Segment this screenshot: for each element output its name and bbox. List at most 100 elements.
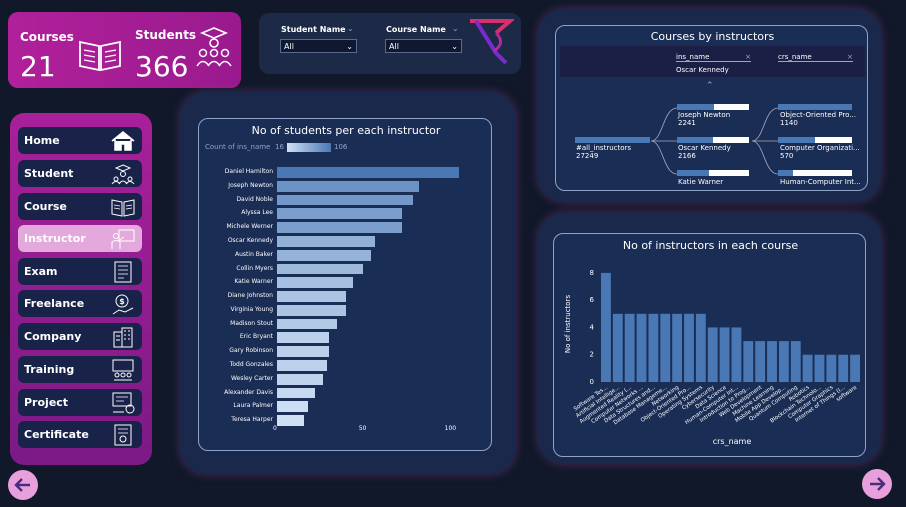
nav-item-freelance[interactable]: Freelance $ (18, 290, 142, 317)
bar[interactable] (277, 291, 346, 302)
building-icon (113, 327, 133, 347)
y-axis-label: No of instructors (564, 295, 572, 354)
bar[interactable] (814, 354, 825, 382)
bar[interactable] (719, 327, 730, 382)
x-tick-label: 0 (273, 425, 277, 432)
course-name-select[interactable]: All ⌄ (385, 39, 462, 53)
nav-item-home[interactable]: Home (18, 127, 142, 154)
tree-root-bar[interactable] (575, 137, 650, 143)
bar[interactable] (277, 304, 346, 316)
bar[interactable] (277, 373, 324, 385)
nav-item-company[interactable]: Company (18, 323, 142, 350)
y-tick-label: 0 (590, 378, 594, 386)
bar-label: Virginia Young (230, 305, 273, 313)
nav-item-label: Instructor (24, 232, 86, 245)
nav-panel: Home Student Course Instructor Exam Free… (10, 113, 152, 465)
bar[interactable] (648, 313, 659, 382)
bar[interactable] (838, 354, 849, 382)
bar[interactable] (277, 360, 327, 371)
tree-node-label: Oscar Kennedy (678, 144, 731, 152)
tree-node-label: Object-Oriented Pro... (780, 111, 856, 119)
bar[interactable] (277, 222, 403, 233)
bar[interactable] (277, 387, 315, 399)
nav-item-exam[interactable]: Exam (18, 258, 142, 285)
bar[interactable] (802, 354, 813, 382)
y-tick-label: 4 (590, 323, 595, 331)
bar[interactable] (755, 341, 766, 382)
tree-node-bar[interactable] (778, 104, 852, 110)
svg-text:$: $ (119, 297, 125, 306)
bar[interactable] (601, 272, 611, 382)
bar[interactable] (767, 341, 777, 382)
tree-node-value: 570 (780, 152, 794, 160)
nav-item-instructor[interactable]: Instructor (18, 225, 142, 252)
bar-label: Alexander Davis (224, 388, 273, 396)
bar[interactable] (624, 313, 635, 382)
bar[interactable] (277, 332, 329, 344)
forward-button[interactable] (862, 469, 892, 499)
bar[interactable] (707, 327, 718, 382)
chevron-down-icon[interactable]: ⌄ (452, 24, 459, 33)
students-icon (196, 27, 232, 67)
bar[interactable] (277, 277, 353, 289)
bar[interactable] (672, 313, 683, 382)
bar[interactable] (743, 341, 754, 382)
nav-item-certificate[interactable]: Certificate (18, 421, 142, 448)
bar[interactable] (731, 327, 742, 382)
bar[interactable] (277, 346, 329, 358)
bar[interactable] (790, 341, 801, 382)
courses-kpi-label: Courses (20, 30, 74, 44)
bar[interactable] (277, 208, 403, 220)
nav-item-label: Exam (24, 265, 58, 278)
home-icon (111, 130, 135, 151)
decomposition-tree: Courses by instructors ins_name × Oscar … (555, 25, 868, 191)
bar[interactable] (695, 313, 706, 382)
tree-node-value: 2166 (678, 152, 696, 160)
bar[interactable] (277, 401, 308, 413)
bar[interactable] (277, 235, 375, 247)
book-icon (111, 198, 135, 217)
courses-kpi-value: 21 (20, 50, 56, 83)
x-tick-label: 50 (358, 425, 367, 432)
bar[interactable] (826, 354, 837, 382)
bar-label: Todd Gonzales (229, 361, 273, 369)
bar[interactable] (277, 263, 363, 275)
nav-item-project[interactable]: Project (18, 389, 142, 416)
bar[interactable] (660, 313, 671, 382)
course-filter-label: Course Name (386, 25, 446, 34)
tree-node-bar[interactable] (778, 170, 852, 176)
chevron-down-icon[interactable]: ⌄ (347, 24, 354, 33)
certificate-icon (114, 424, 132, 445)
tree-node-bar-selected[interactable] (677, 137, 749, 143)
nav-item-course[interactable]: Course (18, 193, 142, 220)
bar-label: Madison Stout (230, 319, 273, 327)
bar[interactable] (277, 180, 420, 192)
back-button[interactable] (8, 470, 38, 500)
nav-item-label: Project (24, 396, 69, 409)
x-axis-label: crs_name (713, 437, 752, 446)
legend-max: 106 (334, 143, 348, 151)
exam-icon (114, 261, 132, 282)
nav-item-training[interactable]: Training (18, 356, 142, 383)
bar[interactable] (612, 313, 623, 382)
student-name-select[interactable]: All ⌄ (280, 39, 357, 53)
tree-node-bar[interactable] (778, 137, 852, 143)
bar[interactable] (277, 194, 413, 206)
bar[interactable] (684, 313, 694, 382)
bar[interactable] (277, 318, 338, 330)
y-tick-label: 6 (590, 296, 595, 304)
bar[interactable] (636, 313, 647, 382)
bar[interactable] (850, 354, 860, 382)
color-legend-gradient (287, 143, 331, 152)
bar[interactable] (277, 167, 459, 178)
nav-item-label: Student (24, 167, 74, 180)
bar[interactable] (778, 341, 789, 382)
vbar-plot: 02468Software Tes...Artificial Intellige… (564, 269, 860, 446)
filter-panel: Student Name ⌄ All ⌄ Course Name ⌄ All ⌄ (259, 13, 521, 74)
nav-item-student[interactable]: Student (18, 160, 142, 187)
bar[interactable] (277, 249, 372, 261)
tree-node-bar[interactable] (677, 104, 749, 110)
nav-item-label: Freelance (24, 297, 85, 310)
brand-logo-icon (470, 19, 514, 65)
tree-node-bar[interactable] (677, 170, 749, 176)
